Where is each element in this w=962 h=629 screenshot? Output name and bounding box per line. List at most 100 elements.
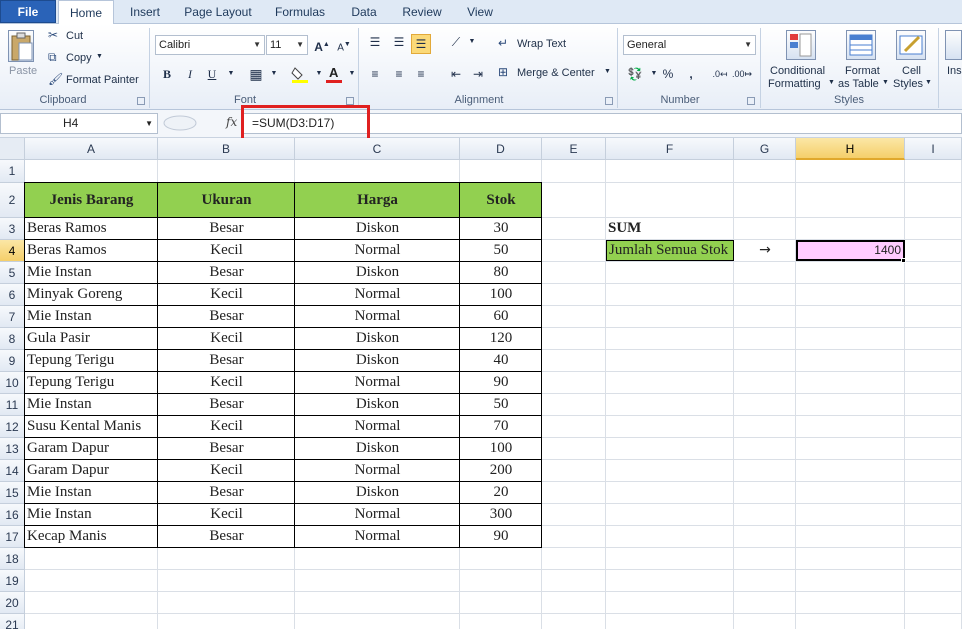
table-cell[interactable]: Besar bbox=[158, 526, 295, 547]
paste-label[interactable]: Paste bbox=[9, 65, 37, 77]
paste-icon[interactable] bbox=[8, 30, 34, 62]
cell-styles-dropdown-icon[interactable]: ▼ bbox=[925, 79, 932, 86]
copy-dropdown-icon[interactable]: ▼ bbox=[96, 53, 103, 60]
conditional-formatting-label[interactable]: Conditional bbox=[770, 65, 825, 77]
table-cell[interactable]: Besar bbox=[158, 262, 295, 283]
format-table-dropdown-icon[interactable]: ▼ bbox=[882, 79, 889, 86]
alignment-launcher-icon[interactable] bbox=[605, 97, 613, 105]
tab-file[interactable]: File bbox=[0, 0, 56, 23]
row-header-2[interactable]: 2 bbox=[0, 183, 25, 218]
column-header-e[interactable]: E bbox=[542, 138, 606, 160]
format-as-table-label[interactable]: Format bbox=[845, 65, 880, 77]
table-cell[interactable]: Beras Ramos bbox=[25, 240, 158, 261]
row-header-3[interactable]: 3 bbox=[0, 218, 25, 240]
table-cell[interactable]: Diskon bbox=[295, 262, 460, 283]
tab-review[interactable]: Review bbox=[398, 0, 446, 24]
align-top-icon[interactable]: ☰ bbox=[365, 32, 385, 52]
decrease-decimal-icon[interactable]: .00↦ bbox=[732, 64, 752, 84]
tab-insert[interactable]: Insert bbox=[124, 0, 166, 24]
cell-styles-label[interactable]: Cell bbox=[902, 65, 921, 77]
table-cell[interactable]: Normal bbox=[295, 460, 460, 481]
wrap-text-icon[interactable]: ↵ bbox=[498, 36, 508, 50]
grow-font-icon[interactable]: A▲ bbox=[312, 35, 332, 55]
worksheet-grid[interactable]: ABCDEFGHI 1 2 3 4 5 6 7 8 9 10 11 12 13 14 15 16 17 18 19 2… bbox=[0, 138, 962, 629]
underline-dropdown-icon[interactable]: ▼ bbox=[221, 64, 241, 84]
row-header-11[interactable]: 11 bbox=[0, 394, 25, 416]
table-cell[interactable]: Diskon bbox=[295, 350, 460, 371]
cut-icon[interactable]: ✂ bbox=[48, 28, 58, 42]
table-cell[interactable]: Normal bbox=[295, 284, 460, 305]
row-header-5[interactable]: 5 bbox=[0, 262, 25, 284]
table-cell[interactable]: Normal bbox=[295, 526, 460, 547]
bold-button[interactable]: B bbox=[157, 64, 177, 84]
align-right-icon[interactable]: ≡ bbox=[411, 64, 431, 84]
tab-page-layout[interactable]: Page Layout bbox=[180, 0, 256, 24]
table-header-cell[interactable]: Ukuran bbox=[158, 183, 295, 218]
table-cell[interactable]: Normal bbox=[295, 504, 460, 525]
table-cell[interactable]: Normal bbox=[295, 372, 460, 393]
shrink-font-icon[interactable]: A▼ bbox=[334, 35, 354, 55]
table-cell[interactable]: Diskon bbox=[295, 394, 460, 415]
conditional-formatting-icon[interactable] bbox=[786, 30, 816, 60]
underline-button[interactable]: U bbox=[202, 64, 222, 84]
table-cell[interactable]: 100 bbox=[460, 284, 542, 305]
table-cell[interactable]: 120 bbox=[460, 328, 542, 349]
borders-icon[interactable]: ▦ bbox=[246, 64, 266, 84]
table-cell[interactable]: Mie Instan bbox=[25, 306, 158, 327]
select-all-corner[interactable] bbox=[0, 138, 25, 160]
table-cell[interactable]: Beras Ramos bbox=[25, 218, 158, 239]
table-cell[interactable]: Kecil bbox=[158, 240, 295, 261]
increase-indent-icon[interactable]: ⇥ bbox=[468, 64, 488, 84]
merge-center-button[interactable]: Merge & Center bbox=[517, 67, 595, 79]
row-header-16[interactable]: 16 bbox=[0, 504, 25, 526]
table-cell[interactable]: Kecap Manis bbox=[25, 526, 158, 547]
cut-button[interactable]: Cut bbox=[66, 30, 83, 42]
name-box[interactable]: H4 ▼ bbox=[0, 113, 158, 134]
table-cell[interactable]: 30 bbox=[460, 218, 542, 239]
tab-home[interactable]: Home bbox=[58, 0, 114, 25]
align-center-icon[interactable]: ≡ bbox=[389, 64, 409, 84]
font-color-dropdown-icon[interactable]: ▼ bbox=[342, 64, 362, 84]
increase-decimal-icon[interactable]: .0↤ bbox=[710, 64, 730, 84]
table-cell[interactable]: Tepung Terigu bbox=[25, 350, 158, 371]
copy-icon[interactable]: ⧉ bbox=[48, 50, 57, 65]
row-header-8[interactable]: 8 bbox=[0, 328, 25, 350]
row-header-20[interactable]: 20 bbox=[0, 592, 25, 614]
table-cell[interactable]: Garam Dapur bbox=[25, 438, 158, 459]
column-header-i[interactable]: I bbox=[905, 138, 962, 160]
table-cell[interactable]: Besar bbox=[158, 350, 295, 371]
table-cell[interactable]: Besar bbox=[158, 438, 295, 459]
table-cell[interactable]: Mie Instan bbox=[25, 482, 158, 503]
row-header-13[interactable]: 13 bbox=[0, 438, 25, 460]
fill-color-icon[interactable] bbox=[290, 64, 310, 84]
column-header-c[interactable]: C bbox=[295, 138, 460, 160]
insert-function-icon[interactable]: fx bbox=[226, 115, 237, 129]
table-cell[interactable]: Kecil bbox=[158, 284, 295, 305]
table-cell[interactable]: Diskon bbox=[295, 328, 460, 349]
table-cell[interactable]: Normal bbox=[295, 306, 460, 327]
row-header-19[interactable]: 19 bbox=[0, 570, 25, 592]
align-middle-icon[interactable]: ☰ bbox=[389, 32, 409, 52]
conditional-formatting-label-2[interactable]: Formatting bbox=[768, 78, 821, 90]
row-header-15[interactable]: 15 bbox=[0, 482, 25, 504]
currency-icon[interactable]: 💱 bbox=[625, 64, 645, 84]
table-cell[interactable]: Kecil bbox=[158, 372, 295, 393]
insert-cells-label[interactable]: Ins bbox=[947, 65, 962, 77]
align-bottom-icon[interactable]: ☰ bbox=[411, 34, 431, 54]
table-cell[interactable]: 90 bbox=[460, 372, 542, 393]
font-name-select[interactable]: Calibri ▼ bbox=[155, 35, 265, 55]
table-cell[interactable]: Normal bbox=[295, 240, 460, 261]
table-header-cell[interactable]: Jenis Barang bbox=[25, 183, 158, 218]
row-header-4[interactable]: 4 bbox=[0, 240, 25, 262]
table-cell[interactable]: 100 bbox=[460, 438, 542, 459]
merge-dropdown-icon[interactable]: ▼ bbox=[604, 68, 611, 75]
table-cell[interactable]: Besar bbox=[158, 218, 295, 239]
comma-button[interactable]: , bbox=[681, 64, 701, 84]
table-cell[interactable]: Tepung Terigu bbox=[25, 372, 158, 393]
fill-handle[interactable] bbox=[901, 258, 906, 263]
insert-cells-icon[interactable] bbox=[945, 30, 962, 60]
wrap-text-button[interactable]: Wrap Text bbox=[517, 38, 566, 50]
cell-styles-icon[interactable] bbox=[896, 30, 926, 60]
borders-dropdown-icon[interactable]: ▼ bbox=[264, 64, 284, 84]
table-cell[interactable]: Mie Instan bbox=[25, 504, 158, 525]
